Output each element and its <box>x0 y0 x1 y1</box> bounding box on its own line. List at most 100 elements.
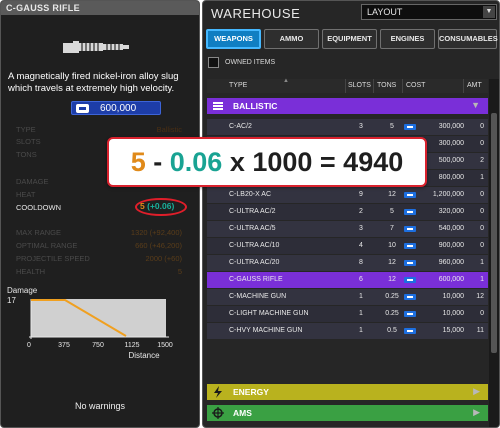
weapon-name: C-MACHINE GUN <box>229 293 287 300</box>
weapon-name: C-GAUSS RIFLE <box>229 276 283 283</box>
weapon-row[interactable]: C-LB20-X AC 9 12 1,200,000 0 <box>207 187 488 203</box>
weapon-amount: 12 <box>476 293 484 300</box>
weapon-slots: 6 <box>359 276 363 283</box>
weapon-amount: 0 <box>480 310 484 317</box>
cbills-icon <box>76 104 89 113</box>
weapon-tons: 0.25 <box>385 310 399 317</box>
collapse-arrow-icon: ▼ <box>471 100 480 110</box>
weapon-cost: 600,000 <box>438 276 464 283</box>
weapon-row[interactable]: C-ULTRA AC/2 2 5 320,000 0 <box>207 204 488 220</box>
x-tick-1125: 1125 <box>124 342 139 349</box>
cbills-icon <box>404 311 416 317</box>
weapon-amount: 0 <box>480 140 484 147</box>
cbills-icon <box>404 209 416 215</box>
weapon-tons: 5 <box>390 208 394 215</box>
tab-ammo[interactable]: AMMO <box>264 29 319 49</box>
category-ams[interactable]: AMS ▶ <box>207 405 488 421</box>
damage-chart-x-label: Distance <box>128 351 160 360</box>
gauss-rifle-image <box>63 41 129 53</box>
weapon-row[interactable]: C-ULTRA AC/5 3 7 540,000 0 <box>207 221 488 237</box>
weapon-slots: 8 <box>359 259 363 266</box>
x-tick-750: 750 <box>92 342 104 349</box>
column-tons[interactable]: TONS <box>377 82 396 89</box>
weapon-slots: 3 <box>359 123 363 130</box>
tab-equipment[interactable]: EQUIPMENT <box>322 29 377 49</box>
sort-ascending-icon[interactable]: ▲ <box>283 78 289 84</box>
weapon-name: C-HVY MACHINE GUN <box>229 327 303 334</box>
x-tick-1500: 1500 <box>157 342 173 349</box>
damage-chart-label: Damage <box>7 286 38 295</box>
item-title: C-GAUSS RIFLE <box>1 1 199 15</box>
weapon-name: C-AC/2 <box>229 123 252 130</box>
tab-weapons[interactable]: WEAPONS <box>206 29 261 49</box>
item-detail-panel: C-GAUSS RIFLE A magnetically fired nicke… <box>0 0 200 428</box>
weapon-amount: 0 <box>480 191 484 198</box>
column-cost[interactable]: COST <box>406 82 425 89</box>
category-ballistic[interactable]: BALLISTIC ▼ <box>207 98 488 114</box>
weapon-amount: 0 <box>480 242 484 249</box>
weapon-name: C-LB20-X AC <box>229 191 272 198</box>
column-slots[interactable]: SLOTS <box>348 82 371 89</box>
cbills-icon <box>404 260 416 266</box>
owned-items-checkbox[interactable] <box>208 57 219 68</box>
cbills-icon <box>404 226 416 232</box>
tab-engines[interactable]: ENGINES <box>380 29 435 49</box>
weapon-name: C-ULTRA AC/2 <box>229 208 276 215</box>
list-scrollbar[interactable] <box>489 79 499 427</box>
weapon-name: C-ULTRA AC/20 <box>229 259 280 266</box>
weapon-amount: 1 <box>480 259 484 266</box>
weapon-cost: 320,000 <box>438 208 464 215</box>
weapon-row[interactable]: C-ULTRA AC/20 8 12 960,000 1 <box>207 255 488 271</box>
weapon-row[interactable]: C-MACHINE GUN 1 0.25 10,000 12 <box>207 289 488 305</box>
weapon-name: C-LIGHT MACHINE GUN <box>229 310 309 317</box>
expand-arrow-icon: ▶ <box>473 407 480 417</box>
weapon-tons: 12 <box>388 276 396 283</box>
category-energy[interactable]: ENERGY ▶ <box>207 384 488 400</box>
weapon-cost: 960,000 <box>438 259 464 266</box>
item-description: A magnetically fired nickel-iron alloy s… <box>8 71 179 94</box>
weapon-cost: 500,000 <box>438 157 464 164</box>
weapon-slots: 9 <box>359 191 363 198</box>
weapon-amount: 11 <box>476 327 484 334</box>
damage-chart-y-tick: 17 <box>7 296 16 305</box>
weapon-slots: 1 <box>359 327 363 334</box>
weapon-cost: 300,000 <box>438 140 464 147</box>
tab-consumables[interactable]: CONSUMABLES <box>438 29 498 49</box>
layout-dropdown[interactable]: LAYOUT ▼ <box>361 4 497 20</box>
weapon-cost: 800,000 <box>438 174 464 181</box>
weapon-row[interactable]: C-HVY MACHINE GUN 1 0.5 15,000 11 <box>207 323 488 339</box>
weapon-slots: 1 <box>359 293 363 300</box>
equation-base: 5 <box>130 147 146 177</box>
weapon-amount: 1 <box>480 174 484 181</box>
chevron-down-icon: ▼ <box>483 6 495 18</box>
weapon-cost: 1,200,000 <box>432 191 464 198</box>
weapon-tons: 10 <box>388 242 396 249</box>
weapon-amount: 0 <box>480 225 484 232</box>
weapon-row[interactable]: C-AC/2 3 5 300,000 0 <box>207 119 488 135</box>
weapon-row[interactable]: C-ULTRA AC/10 4 10 900,000 0 <box>207 238 488 254</box>
cbills-icon <box>404 192 416 198</box>
item-cost-value: 600,000 <box>100 103 137 114</box>
warehouse-panel: WAREHOUSE LAYOUT ▼ WEAPONS AMMO EQUIPMEN… <box>202 0 500 428</box>
cbills-icon <box>404 124 416 130</box>
weapon-row[interactable]: C-LIGHT MACHINE GUN 1 0.25 10,000 0 <box>207 306 488 322</box>
cooldown-value: 5 (+0.06) <box>140 201 175 211</box>
weapon-cost: 10,000 <box>442 310 464 317</box>
warehouse-title: WAREHOUSE <box>211 6 301 21</box>
weapon-row[interactable]: C-GAUSS RIFLE 6 12 600,000 1 <box>207 272 488 288</box>
weapon-slots: 2 <box>359 208 363 215</box>
x-tick-0: 0 <box>27 342 31 349</box>
damage-chart-area <box>31 299 166 337</box>
expand-arrow-icon: ▶ <box>473 386 480 396</box>
weapon-slots: 4 <box>359 242 363 249</box>
scrollbar-thumb[interactable] <box>491 113 497 353</box>
weapon-cost: 10,000 <box>442 293 464 300</box>
layout-dropdown-label: LAYOUT <box>367 7 403 17</box>
stat-max-range: MAX RANGE 1320 (+92,400) <box>16 228 182 237</box>
stat-type: TYPE Ballistic <box>16 125 182 134</box>
column-amt[interactable]: AMT <box>467 82 482 89</box>
weapon-slots: 1 <box>359 310 363 317</box>
damage-falloff-chart: Damage 17 0 375 750 1125 1500 Distance <box>7 286 173 360</box>
column-type[interactable]: TYPE <box>229 82 247 89</box>
equation-rest: x 1000 = 4940 <box>222 147 404 177</box>
